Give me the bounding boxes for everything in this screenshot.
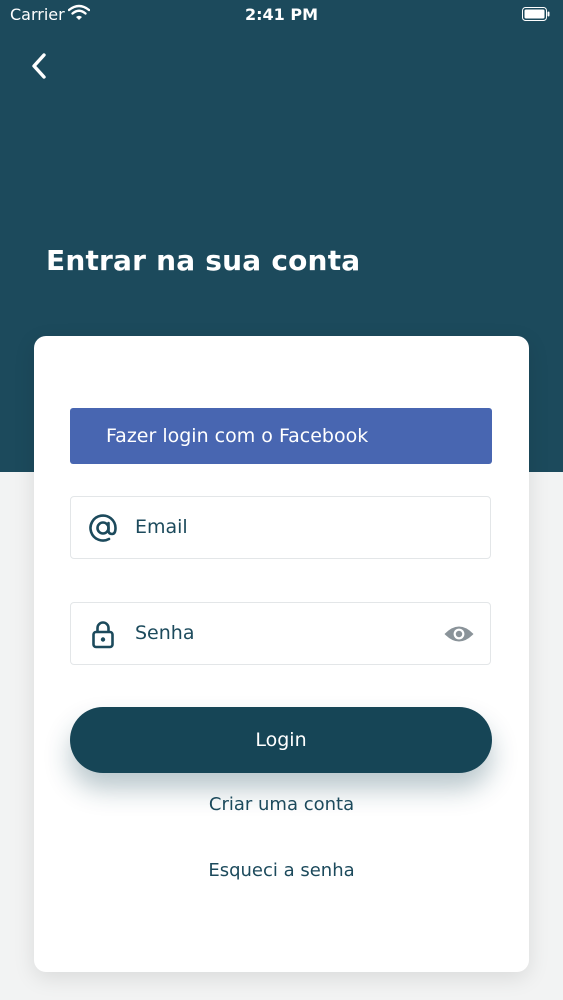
forgot-password-link[interactable]: Esqueci a senha [34,860,529,881]
at-sign-icon [88,513,118,543]
login-button[interactable]: Login [70,707,492,773]
lock-icon [88,619,118,649]
status-time: 2:41 PM [244,5,318,24]
create-account-link[interactable]: Criar uma conta [34,794,529,815]
login-card: Fazer login com o Facebook Email Senha L… [34,336,529,972]
email-field[interactable]: Email [70,496,491,559]
battery-icon [522,6,550,21]
password-input[interactable]: Senha [135,603,194,664]
eye-icon[interactable] [443,622,475,646]
password-field[interactable]: Senha [70,602,491,665]
status-bar: Carrier 2:41 PM [0,0,563,30]
email-input[interactable]: Email [135,497,188,558]
chevron-left-icon [22,53,58,88]
page-title: Entrar na sua conta [46,244,361,277]
facebook-login-button[interactable]: Fazer login com o Facebook [70,408,492,464]
back-button[interactable] [22,48,58,84]
